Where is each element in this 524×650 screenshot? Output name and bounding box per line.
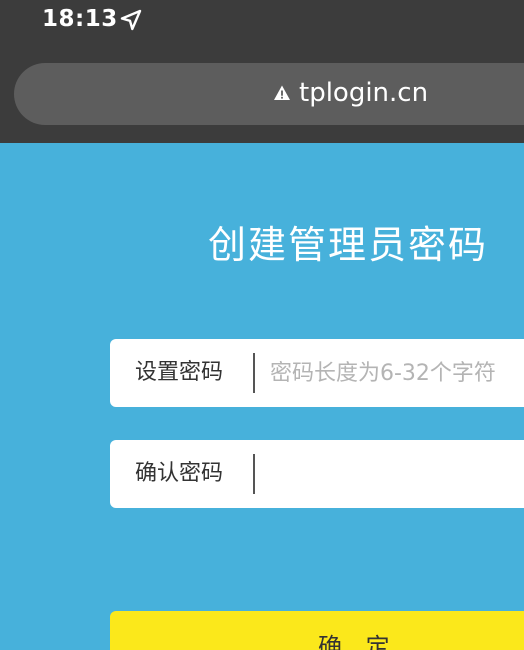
- password-field[interactable]: 设置密码: [110, 339, 524, 407]
- confirm-password-label: 确认密码: [135, 461, 224, 486]
- confirm-button[interactable]: 确 定: [110, 611, 524, 650]
- url-display[interactable]: tplogin.cn: [273, 78, 428, 108]
- browser-chrome: 18:13 tplogin.cn: [0, 0, 524, 143]
- location-arrow-icon: [120, 9, 142, 31]
- password-input[interactable]: [270, 339, 524, 407]
- confirm-password-field[interactable]: 确认密码: [110, 440, 524, 508]
- warning-triangle-icon: [274, 85, 290, 100]
- page-title: 创建管理员密码: [208, 223, 489, 267]
- confirm-button-label: 确 定: [318, 633, 398, 650]
- status-time: 18:13: [42, 6, 118, 32]
- text-cursor: [253, 353, 255, 393]
- page: 18:13 tplogin.cn 创建管理员密码 设置密码 确认密码 确 定: [0, 0, 524, 650]
- url-text: tplogin.cn: [299, 78, 429, 108]
- password-label: 设置密码: [135, 360, 224, 385]
- confirm-password-input[interactable]: [270, 440, 524, 508]
- url-bar[interactable]: [14, 63, 524, 125]
- text-cursor: [253, 454, 255, 494]
